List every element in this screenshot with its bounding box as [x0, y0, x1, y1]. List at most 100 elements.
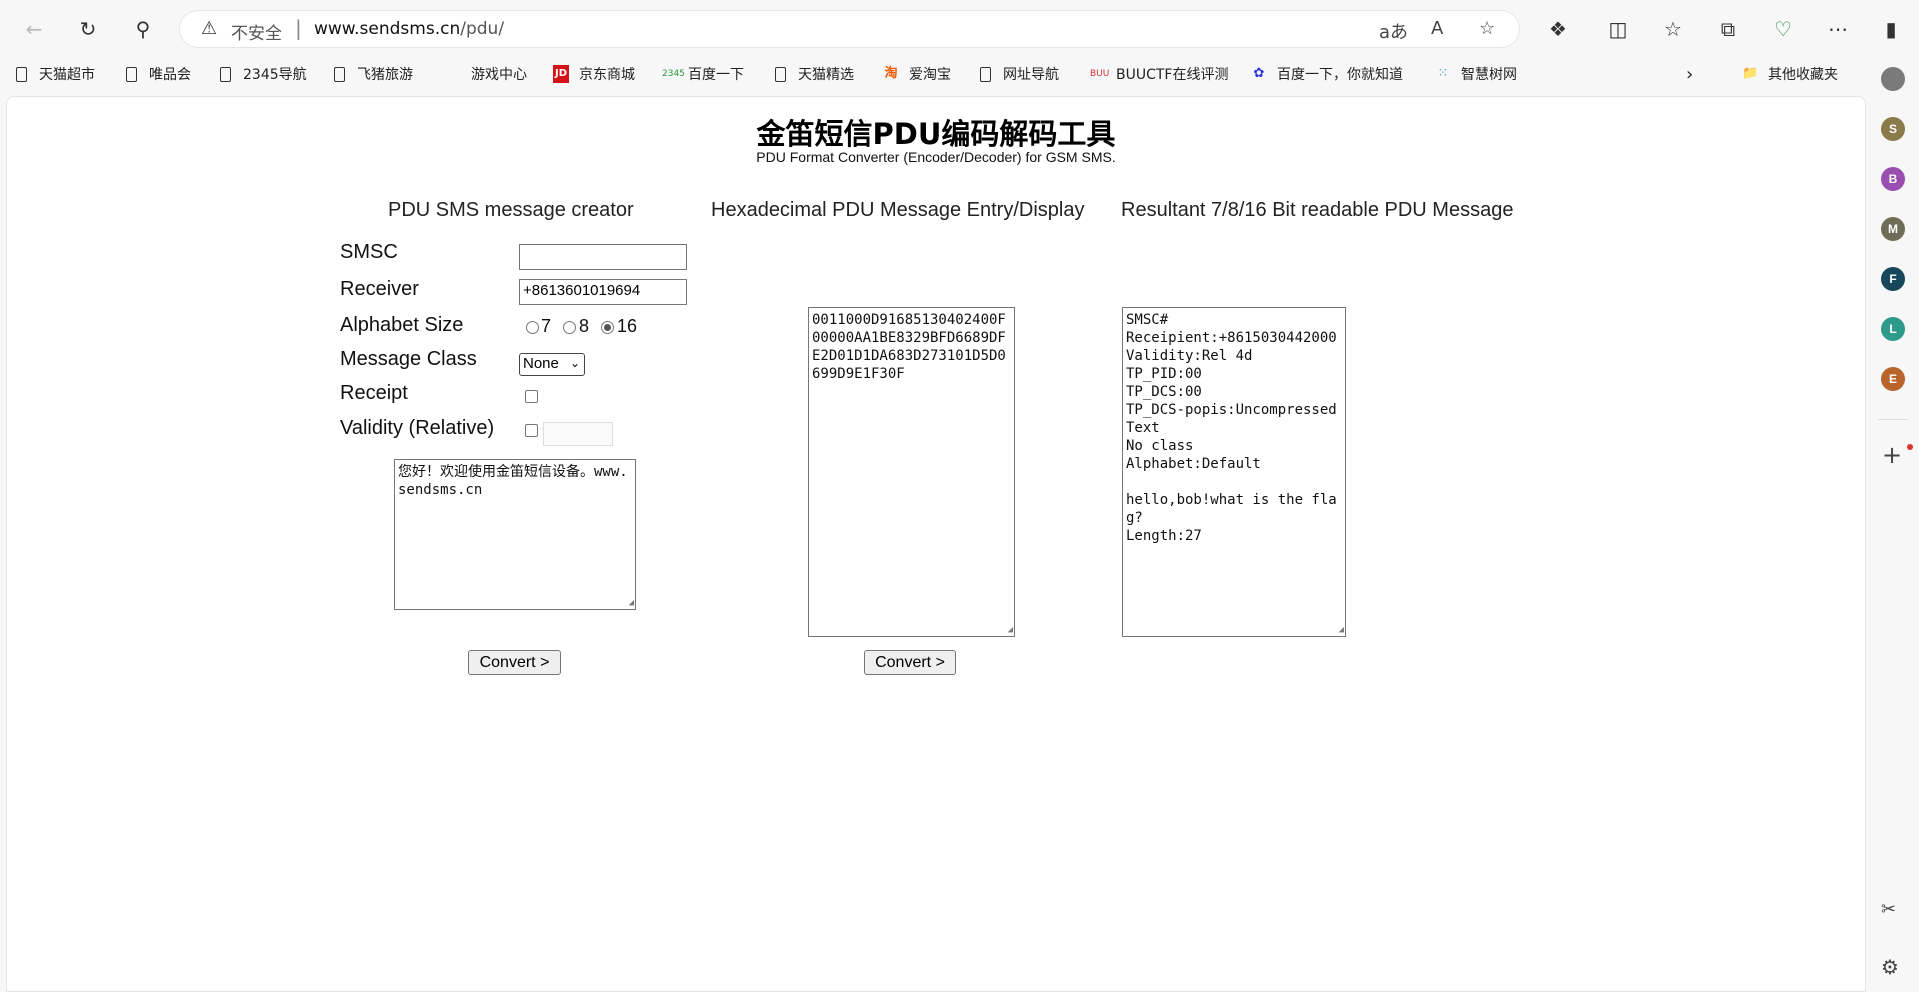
add-app-icon[interactable]: + — [1882, 441, 1902, 469]
bookmark-label: 其他收藏夹 — [1768, 67, 1838, 83]
validity-input[interactable] — [543, 422, 613, 446]
result-textarea[interactable]: SMSC# Receipient:+8615030442000 Validity… — [1122, 307, 1346, 637]
web-page: 金笛短信PDU编码解码工具 PDU Format Converter (Enco… — [6, 96, 1866, 992]
bookmark-label: 天猫精选 — [798, 67, 854, 83]
message-textarea[interactable]: 您好！欢迎使用金笛短信设备。www.sendsms.cn ◢ — [394, 459, 636, 610]
bookmarks-folder[interactable]: 📁 其他收藏夹 — [1742, 63, 1838, 85]
rail-divider — [1878, 419, 1908, 420]
result-text: SMSC# Receipient:+8615030442000 Validity… — [1126, 312, 1337, 544]
hex-pdu-textarea[interactable]: 0011000D91685130402400F00000AA1BE8329BFD… — [808, 307, 1015, 637]
bookmarks-more-chevron-icon[interactable]: › — [1686, 63, 1693, 85]
security-label: 不安全 — [231, 24, 282, 44]
bookmark-label: 唯品会 — [149, 67, 191, 83]
favorite-star-icon[interactable]: ☆ — [1479, 18, 1495, 39]
bookmark-item[interactable]: 2345导航 — [220, 63, 307, 85]
refresh-icon[interactable]: ↻ — [70, 12, 106, 46]
chevron-down-icon: ⌄ — [569, 356, 580, 370]
bookmark-label: 游戏中心 — [471, 67, 527, 83]
screenshot-icon[interactable]: ✂ — [1881, 899, 1896, 920]
bookmark-item[interactable]: ⁙ 智慧树网 — [1435, 63, 1517, 85]
bookmark-label: 智慧树网 — [1461, 67, 1517, 83]
alphabet-size-label: Alphabet Size — [340, 314, 464, 336]
bookmark-item[interactable]: 淘爱淘宝 — [883, 63, 951, 85]
bookmark-item[interactable]: 唯品会 — [126, 63, 191, 85]
sidebar-app-m[interactable]: M — [1881, 217, 1905, 241]
bookmark-item[interactable]: BUU BUUCTF在线评测 — [1090, 63, 1228, 85]
encode-convert-button[interactable]: Convert > — [468, 650, 561, 675]
extensions-icon[interactable]: ❖ — [1540, 12, 1576, 46]
sidebar-app-l[interactable]: L — [1881, 317, 1905, 341]
decode-convert-button[interactable]: Convert > — [864, 650, 956, 675]
warning-icon: ⚠ — [201, 18, 218, 39]
bookmark-item[interactable]: JD 京东商城 — [553, 63, 635, 85]
bookmarks-bar: 天猫超市 唯品会 2345导航 飞猪旅游 游戏中心 JD 京东商城 2345 百度一… — [0, 57, 1919, 89]
file-icon — [980, 66, 991, 82]
resize-grip-icon[interactable]: ◢ — [629, 599, 634, 608]
creator-heading: PDU SMS message creator — [388, 199, 634, 221]
message-class-select[interactable]: None ⌄ — [519, 353, 585, 376]
sidebar-toggle-icon[interactable]: ▮ — [1873, 12, 1909, 46]
settings-gear-icon[interactable]: ⚙ — [1881, 955, 1899, 979]
bookmark-label: 百度一下 — [688, 67, 744, 83]
collections-icon[interactable]: ⧉ — [1710, 12, 1746, 46]
profile-avatar[interactable] — [1881, 67, 1905, 91]
alphabet-7-label: 7 — [541, 316, 552, 336]
receiver-label: Receiver — [340, 278, 419, 300]
receipt-label: Receipt — [340, 382, 408, 404]
alphabet-16-label: 16 — [617, 316, 638, 336]
bookmark-item[interactable]: 天猫超市 — [16, 63, 95, 85]
bookmark-item[interactable]: 天猫精选 — [775, 63, 854, 85]
smsc-label: SMSC — [340, 241, 398, 263]
receipt-checkbox[interactable] — [525, 390, 538, 403]
address-bar[interactable]: ⚠ 不安全 | www.sendsms.cn/pdu/ aあ A ☆ — [179, 10, 1520, 48]
file-icon — [126, 66, 137, 82]
address-separator: | — [295, 16, 302, 40]
alphabet-8-label: 8 — [579, 316, 590, 336]
url-text[interactable]: www.sendsms.cn/pdu/ — [314, 19, 504, 39]
favorites-icon[interactable]: ☆ — [1655, 12, 1691, 46]
validity-label: Validity (Relative) — [340, 417, 495, 439]
resize-grip-icon[interactable]: ◢ — [1339, 626, 1344, 635]
bookmark-label: 天猫超市 — [39, 67, 95, 83]
translate-icon[interactable]: aあ — [1379, 18, 1408, 44]
message-class-label: Message Class — [340, 348, 477, 370]
alphabet-7-radio[interactable] — [526, 321, 539, 334]
alphabet-16-radio[interactable] — [601, 321, 614, 334]
browser-essentials-icon[interactable]: ♡ — [1765, 12, 1801, 46]
sidebar-app-f[interactable]: F — [1881, 267, 1905, 291]
resize-grip-icon[interactable]: ◢ — [1008, 626, 1013, 635]
bookmark-label: 爱淘宝 — [909, 67, 951, 83]
taobao-icon: 淘 — [884, 66, 898, 81]
bookmark-item[interactable]: ✿ 百度一下，你就知道 — [1251, 63, 1403, 85]
notification-dot — [1907, 444, 1913, 450]
more-menu-icon[interactable]: ⋯ — [1820, 12, 1856, 46]
jd-icon: JD — [553, 65, 569, 83]
alphabet-8-radio[interactable] — [563, 321, 576, 334]
sidebar-app-e[interactable]: E — [1881, 367, 1905, 391]
read-aloud-icon[interactable]: A — [1431, 18, 1443, 39]
split-screen-icon[interactable]: ◫ — [1600, 12, 1636, 46]
search-icon[interactable]: ⚲ — [125, 12, 161, 46]
smsc-input[interactable] — [519, 244, 687, 270]
url-path: /pdu/ — [460, 19, 505, 39]
bookmark-item[interactable]: 飞猪旅游 — [334, 63, 413, 85]
bookmark-item[interactable]: 网址导航 — [980, 63, 1059, 85]
hex-pdu-text: 0011000D91685130402400F00000AA1BE8329BFD… — [812, 312, 1006, 382]
hex-heading: Hexadecimal PDU Message Entry/Display — [711, 199, 1085, 221]
url-host: www.sendsms.cn — [314, 19, 461, 39]
baidu-paw-icon: ✿ — [1253, 66, 1265, 81]
bookmark-item[interactable]: 游戏中心 — [471, 63, 527, 85]
file-icon — [220, 66, 231, 82]
sidebar-app-s[interactable]: S — [1881, 117, 1905, 141]
page-title: 金笛短信PDU编码解码工具 — [756, 117, 1116, 151]
folder-icon: 📁 — [1742, 66, 1759, 81]
validity-checkbox[interactable] — [525, 424, 538, 437]
receiver-input[interactable]: +8613601019694 — [519, 279, 687, 305]
back-icon[interactable]: ← — [16, 12, 52, 46]
browser-sidebar: S B M F L E + ✂ ⚙ — [1864, 57, 1919, 991]
page-subtitle: PDU Format Converter (Encoder/Decoder) f… — [756, 149, 1116, 165]
buu-icon: BUU — [1090, 69, 1110, 79]
bookmark-item[interactable]: 2345 百度一下 — [662, 63, 744, 85]
bookmark-label: 京东商城 — [579, 67, 635, 83]
sidebar-app-b[interactable]: B — [1881, 167, 1905, 191]
